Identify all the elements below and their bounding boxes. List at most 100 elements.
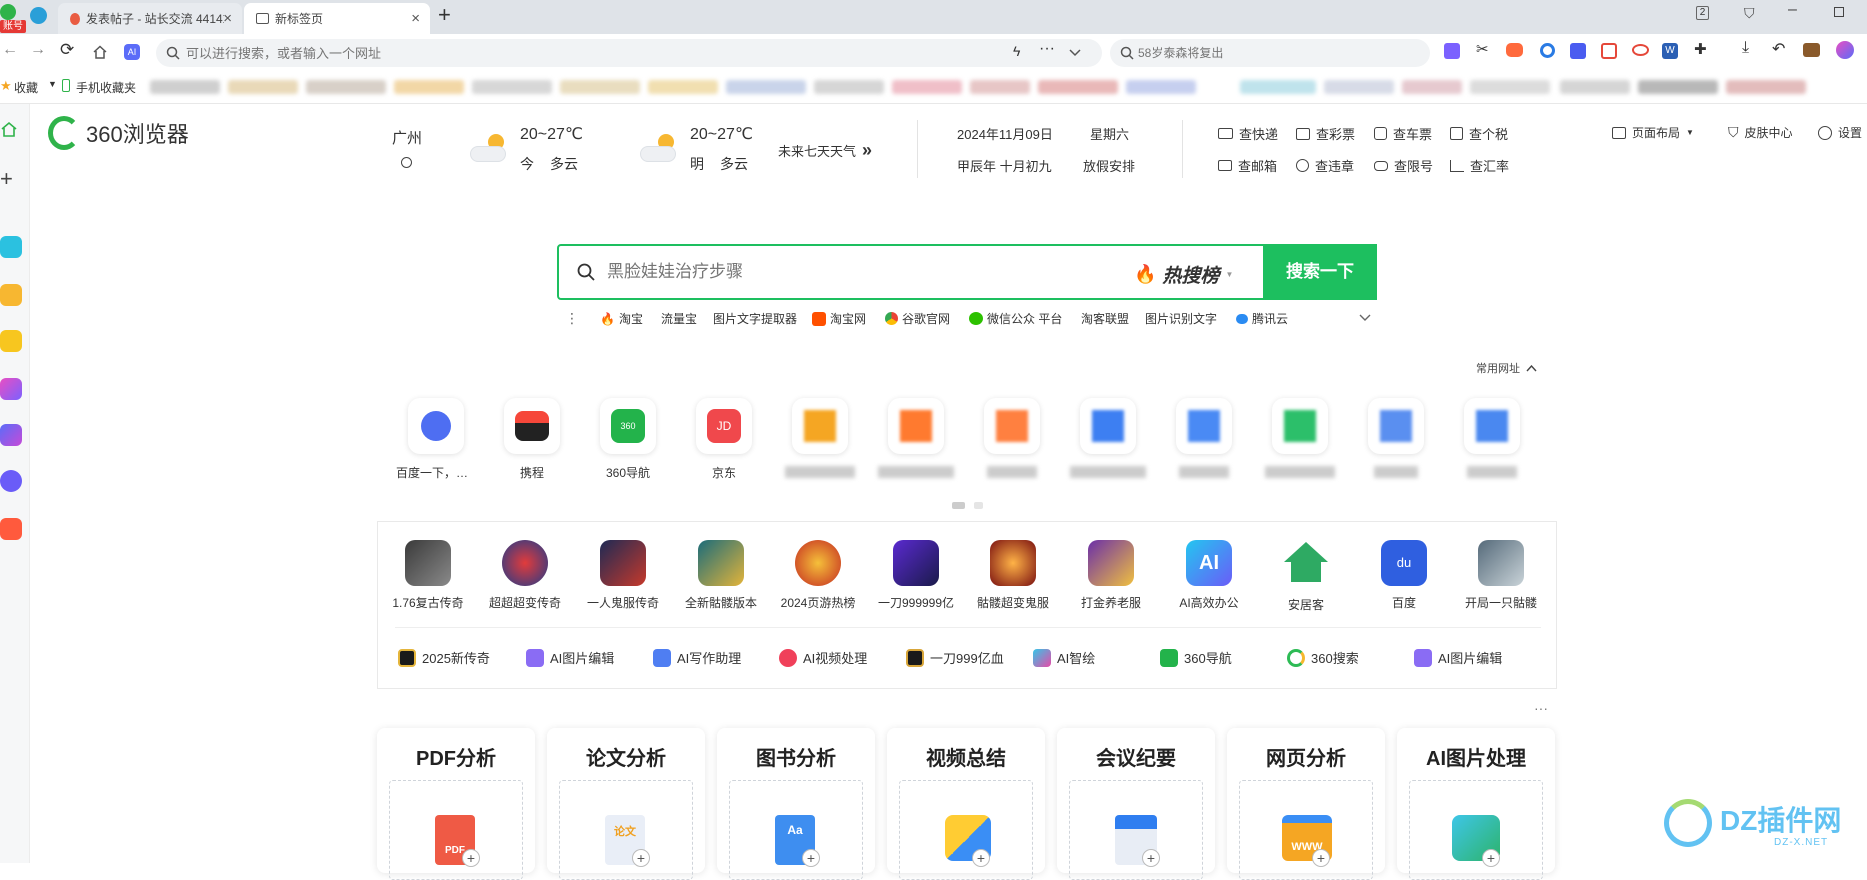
ai-icon[interactable]: AI — [124, 44, 140, 60]
game-tile[interactable]: 开局一只骷髅 — [1453, 540, 1549, 611]
more-options-icon[interactable]: ··· — [1534, 700, 1548, 716]
blurred-bookmark[interactable] — [1240, 80, 1316, 94]
site-blurred[interactable] — [972, 398, 1052, 478]
blurred-bookmark[interactable] — [1038, 80, 1118, 94]
url-input[interactable] — [186, 43, 786, 63]
common-sites-toggle[interactable]: 常用网址 — [1476, 360, 1537, 376]
word-icon[interactable]: W — [1662, 43, 1678, 59]
blurred-bookmark[interactable] — [1470, 80, 1550, 94]
site-360nav[interactable]: 360 360导航 — [588, 398, 668, 481]
account-badge[interactable]: 账号 — [0, 20, 26, 33]
blurred-bookmark[interactable] — [648, 80, 718, 94]
logo[interactable]: 360浏览器 — [48, 116, 189, 150]
blurred-bookmark[interactable] — [1638, 80, 1718, 94]
close-tab-icon[interactable]: × — [411, 10, 420, 27]
quick-link[interactable]: 🔥 淘宝 — [600, 310, 643, 327]
quick-link[interactable]: 图片识别文字 — [1145, 310, 1217, 327]
ai-app-icon[interactable] — [0, 424, 22, 446]
location-pin-icon[interactable] — [401, 157, 412, 168]
city-label[interactable]: 广州 — [392, 127, 422, 148]
page-layout-button[interactable]: 页面布局 ▼ — [1612, 124, 1694, 141]
page-dot-active[interactable] — [952, 502, 965, 509]
page-dot[interactable] — [974, 502, 983, 509]
search-button[interactable]: 搜索一下 — [1263, 244, 1377, 300]
tool-tax[interactable]: 查个税 — [1450, 124, 1508, 143]
site-blurred[interactable] — [1356, 398, 1436, 478]
upload-dropzone[interactable]: + — [1409, 780, 1543, 880]
promo-link[interactable]: 360搜索 — [1287, 648, 1359, 667]
ai-card-meeting[interactable]: 会议纪要 + — [1057, 728, 1215, 880]
ai-card-webpage[interactable]: 网页分析 WWW + — [1227, 728, 1385, 880]
restore-icon[interactable] — [1834, 7, 1844, 17]
game-tile[interactable]: AI AI高效办公 — [1161, 540, 1257, 611]
shirt-skin-icon[interactable]: ⛉ — [1744, 5, 1755, 22]
tool-lottery[interactable]: 查彩票 — [1296, 124, 1355, 143]
extension-blue-icon[interactable] — [1570, 43, 1586, 59]
forecast-link[interactable]: 未来七天天气 » — [778, 140, 872, 161]
site-blurred[interactable] — [876, 398, 956, 478]
promo-link[interactable]: AI图片编辑 — [526, 648, 614, 667]
upload-dropzone[interactable]: Aa + — [729, 780, 863, 880]
extension-red-icon[interactable] — [1601, 43, 1617, 59]
add-icon[interactable]: + — [0, 166, 13, 192]
tab-post-thread[interactable]: 发表帖子 - 站长交流 4414站长 × — [58, 3, 242, 34]
blurred-bookmark[interactable] — [1726, 80, 1806, 94]
game-tile[interactable]: 2024页游热榜 — [770, 540, 866, 611]
chatbot-icon[interactable] — [0, 470, 22, 492]
more-icon[interactable]: ··· — [1039, 40, 1055, 58]
tab-new-tab[interactable]: 新标签页 × — [244, 3, 430, 34]
game-tile[interactable]: 安居客 — [1258, 540, 1354, 613]
blurred-bookmark[interactable] — [1126, 80, 1196, 94]
home-icon[interactable] — [92, 44, 108, 60]
quick-link[interactable]: 图片文字提取器 — [713, 310, 797, 327]
blurred-bookmark[interactable] — [1324, 80, 1394, 94]
close-tab-icon[interactable]: × — [223, 10, 232, 27]
telegram-tab-icon[interactable] — [30, 7, 47, 24]
home-icon[interactable] — [0, 120, 18, 138]
promo-link[interactable]: AI图片编辑 — [1414, 648, 1502, 667]
quick-links-more-icon[interactable]: ⋮ — [565, 310, 579, 327]
site-blurred[interactable] — [780, 398, 860, 478]
download-icon[interactable]: ⤓ — [1742, 39, 1749, 57]
quick-link[interactable]: 淘客联盟 — [1081, 310, 1129, 327]
blurred-bookmark[interactable] — [150, 80, 220, 94]
main-search-input[interactable] — [607, 260, 1107, 284]
game-tile[interactable]: 全新骷髅版本 — [673, 540, 769, 611]
blurred-bookmark[interactable] — [306, 80, 386, 94]
game-tile[interactable]: 一刀999999亿 — [868, 540, 964, 611]
site-blurred[interactable] — [1164, 398, 1244, 478]
tab-count-badge[interactable]: 2 — [1696, 6, 1709, 20]
blurred-bookmark[interactable] — [472, 80, 552, 94]
avatar-icon[interactable] — [1836, 41, 1854, 59]
tool-plate[interactable]: 查限号 — [1374, 156, 1433, 175]
blurred-bookmark[interactable] — [1560, 80, 1630, 94]
blurred-bookmark[interactable] — [726, 80, 806, 94]
quick-link[interactable]: 腾讯云 — [1236, 310, 1288, 327]
ai-card-image[interactable]: AI图片处理 + — [1397, 728, 1555, 880]
search-bar[interactable] — [1110, 39, 1430, 67]
undo-icon[interactable]: ↶ — [1772, 39, 1785, 59]
game-tile[interactable]: 1.76复古传奇 — [380, 540, 476, 611]
tool-mail[interactable]: 查邮箱 — [1218, 156, 1277, 175]
tool-express[interactable]: 查快递 — [1218, 124, 1278, 143]
holiday-link[interactable]: 放假安排 — [1083, 156, 1135, 175]
game-tile[interactable]: 超超超变传奇 — [477, 540, 573, 611]
game-tile[interactable]: 骷髅超变鬼服 — [965, 540, 1061, 611]
upload-dropzone[interactable]: 论文 + — [559, 780, 693, 880]
skin-center-button[interactable]: ⛉ 皮肤中心 — [1728, 124, 1793, 141]
site-blurred[interactable] — [1452, 398, 1532, 478]
robot-icon[interactable] — [0, 330, 22, 352]
blurred-bookmark[interactable] — [1402, 80, 1462, 94]
mobile-favorites-button[interactable]: 手机收藏夹 — [76, 79, 136, 96]
main-search-box[interactable]: 🔥 热搜榜 ▼ — [557, 244, 1377, 300]
tool-ticket[interactable]: 查车票 — [1374, 124, 1432, 143]
blurred-bookmark[interactable] — [228, 80, 298, 94]
lunar-label[interactable]: 甲辰年 十月初九 — [957, 156, 1052, 175]
weekday-label[interactable]: 星期六 — [1090, 124, 1129, 143]
site-jd[interactable]: JD 京东 — [684, 398, 764, 481]
site-baidu[interactable]: 百度一下，你... — [396, 398, 476, 481]
game-tile[interactable]: 一人鬼服传奇 — [575, 540, 671, 611]
chevron-down-icon[interactable] — [1359, 314, 1371, 322]
lightning-icon[interactable]: ϟ — [1013, 43, 1020, 59]
blurred-bookmark[interactable] — [970, 80, 1030, 94]
